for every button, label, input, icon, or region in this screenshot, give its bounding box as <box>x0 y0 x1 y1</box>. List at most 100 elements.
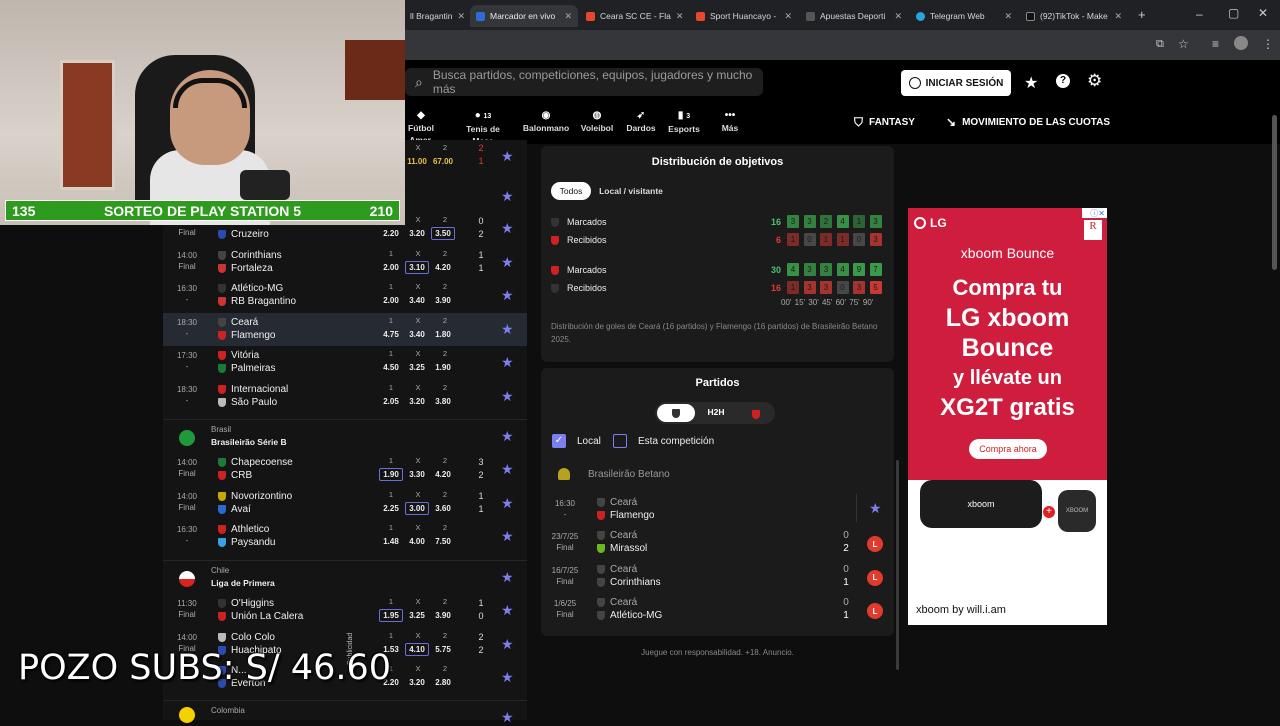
odd-x[interactable]: 3.10 <box>405 260 429 274</box>
favorite-star-icon[interactable]: ★ <box>501 287 514 304</box>
odd-x[interactable]: 4.10 <box>405 642 429 656</box>
close-tab-icon[interactable]: ✕ <box>784 11 792 22</box>
away-team[interactable]: Palmeiras <box>218 363 275 374</box>
tab-home-away[interactable]: Local / visitante <box>595 182 667 200</box>
favorite-star-icon[interactable]: ★ <box>501 321 514 338</box>
favorite-star-icon[interactable]: ★ <box>501 602 514 619</box>
history-match-row[interactable]: 16/7/25 Final Ceará Corinthians 0 1 L <box>541 561 893 594</box>
odd-x[interactable]: 3.30 <box>405 468 429 481</box>
tab-all[interactable]: Todos <box>551 182 591 200</box>
favorite-star-icon[interactable]: ★ <box>501 569 514 586</box>
favorite-star-icon[interactable]: ★ <box>501 188 514 205</box>
history-match-row[interactable]: 23/7/25 Final Ceará Mirassol 0 2 L <box>541 527 893 560</box>
close-tab-icon[interactable]: ✕ <box>894 11 902 22</box>
ceara-team-button[interactable] <box>657 404 695 422</box>
odd-2[interactable]: 3.50 <box>431 227 455 240</box>
odd-1[interactable]: 4.75 <box>379 328 403 341</box>
away-team[interactable]: Flamengo <box>218 330 275 341</box>
odd-x[interactable]: 3.20 <box>405 227 429 240</box>
close-window-icon[interactable]: ✕ <box>1258 6 1268 20</box>
favorite-star-icon[interactable]: ★ <box>501 148 514 165</box>
favorite-star-icon[interactable]: ★ <box>501 709 514 726</box>
competition-checkbox[interactable] <box>613 434 627 448</box>
favorite-star-icon[interactable]: ★ <box>501 388 514 405</box>
bookmark-star-icon[interactable]: ☆ <box>1178 37 1189 51</box>
ad-close-icon[interactable]: ⓘ✕ <box>1082 208 1107 218</box>
odd-2[interactable]: 3.90 <box>431 609 455 622</box>
odd-x[interactable]: 3.20 <box>405 395 429 408</box>
match-row[interactable]: 11:30 Final O'Higgins Unión La Calera 1 X 2 1.9… <box>163 594 527 627</box>
match-row[interactable]: 16:30- Athletico Paysandu 1 X 2 1.48 4.00 7.50 ★ <box>163 520 527 553</box>
odd-2[interactable]: 1.90 <box>431 361 455 374</box>
help-icon[interactable]: ? <box>1056 74 1070 88</box>
ad-cta-button[interactable]: Compra ahora <box>969 439 1047 459</box>
odd-x[interactable]: 3.25 <box>405 609 429 622</box>
favorite-star-icon[interactable]: ★ <box>501 461 514 478</box>
favorite-star-icon[interactable]: ★ <box>869 500 882 517</box>
match-row[interactable]: 18:30- Ceará Flamengo 1 X 2 4.75 3.40 1.80 ★ <box>163 312 527 346</box>
partidos-league-name[interactable]: Brasileirão Betano <box>588 469 670 480</box>
odd-2[interactable]: 3.90 <box>431 294 455 307</box>
home-team[interactable]: Novorizontino <box>218 491 292 502</box>
browser-tab[interactable]: Telegram Web ✕ <box>910 5 1018 27</box>
odd-1[interactable]: 4.50 <box>379 361 403 374</box>
sport-tab-esports[interactable]: ▮ 3 Esports <box>666 110 702 135</box>
league-name[interactable]: Liga de Primera <box>211 578 275 588</box>
favorite-star-icon[interactable]: ★ <box>501 636 514 653</box>
close-tab-icon[interactable]: ✕ <box>676 11 684 22</box>
odd-1[interactable]: 2.00 <box>379 294 403 307</box>
home-team[interactable]: Internacional <box>218 384 288 395</box>
odd-1[interactable]: 2.20 <box>379 227 403 240</box>
odd-2[interactable]: 1.80 <box>431 328 455 341</box>
browser-tab-active[interactable]: Marcador en vivo ✕ <box>470 5 578 27</box>
away-team[interactable]: CRB <box>218 470 252 481</box>
minimize-icon[interactable]: – <box>1196 7 1203 21</box>
odd-1[interactable]: 1.48 <box>379 535 403 548</box>
odd-x[interactable]: 3.40 <box>405 328 429 341</box>
away-team[interactable]: RB Bragantino <box>218 296 296 307</box>
browser-menu-icon[interactable]: ⋮ <box>1262 37 1274 51</box>
maximize-icon[interactable]: ▢ <box>1228 6 1239 20</box>
page-scrollbar[interactable] <box>1272 115 1277 270</box>
match-row[interactable]: 14:00 Final Corinthians Fortaleza 1 X 2 2.00 3.1… <box>163 246 527 279</box>
odd-2[interactable]: 7.50 <box>431 535 455 548</box>
browser-tab[interactable]: (92)TikTok - Make ✕ <box>1020 5 1128 27</box>
odd-x[interactable]: 3.25 <box>405 361 429 374</box>
odds-movement-button[interactable]: ↘ MOVIMIENTO DE LAS CUOTAS <box>946 115 1110 129</box>
home-team[interactable]: Corinthians <box>218 250 282 261</box>
home-team[interactable]: O'Higgins <box>218 598 274 609</box>
sport-tab-darts[interactable]: ➶ Dardos <box>624 110 658 134</box>
favorite-star-icon[interactable]: ★ <box>501 495 514 512</box>
media-icon[interactable]: ≡ <box>1212 37 1219 51</box>
close-tab-icon[interactable]: ✕ <box>458 11 466 22</box>
league-name[interactable]: Brasileirão Série B <box>211 437 287 447</box>
favorite-star-icon[interactable]: ★ <box>501 428 514 445</box>
odd-2[interactable]: 3.60 <box>431 502 455 515</box>
search-input[interactable]: ⌕ Busca partidos, competiciones, equipos… <box>405 68 763 96</box>
favorite-star-icon[interactable]: ★ <box>501 528 514 545</box>
browser-tab[interactable]: Sport Huancayo - ✕ <box>690 5 798 27</box>
home-team[interactable]: Ceará <box>218 317 258 328</box>
lg-ad-banner[interactable]: LG ⓘ✕ R xboom Bounce Compra tu LG xboom … <box>908 208 1107 625</box>
settings-gear-icon[interactable]: ⚙ <box>1087 71 1102 91</box>
odd-2[interactable]: 67.00 <box>431 155 455 168</box>
sport-tab-volleyball[interactable]: ◍ Voleibol <box>578 110 616 134</box>
close-tab-icon[interactable]: ✕ <box>1114 11 1122 22</box>
login-button[interactable]: INICIAR SESIÓN <box>901 70 1011 96</box>
away-team[interactable]: Cruzeiro <box>218 229 269 240</box>
history-match-row[interactable]: 1/6/25 Final Ceará Atlético-MG 0 1 L <box>541 594 893 627</box>
odd-x[interactable]: 11.00 <box>405 155 429 168</box>
home-team[interactable]: Colo Colo <box>218 632 275 643</box>
profile-avatar-icon[interactable] <box>1234 36 1248 50</box>
odd-2[interactable]: 3.80 <box>431 395 455 408</box>
close-tab-icon[interactable]: ✕ <box>1004 11 1012 22</box>
odd-2[interactable]: 2.80 <box>431 676 455 689</box>
odd-1[interactable]: 2.25 <box>379 502 403 515</box>
favorite-star-icon[interactable]: ★ <box>501 354 514 371</box>
browser-tab[interactable]: Apuestas Deporti ✕ <box>800 5 908 27</box>
odd-x[interactable]: 3.40 <box>405 294 429 307</box>
odd-x[interactable]: 3.00 <box>405 501 429 515</box>
history-match-row[interactable]: 16:30 - Ceará Flamengo ★ <box>541 494 893 527</box>
sport-tab-more[interactable]: ••• Más <box>716 110 744 134</box>
local-checkbox[interactable]: ✓ <box>552 434 566 448</box>
